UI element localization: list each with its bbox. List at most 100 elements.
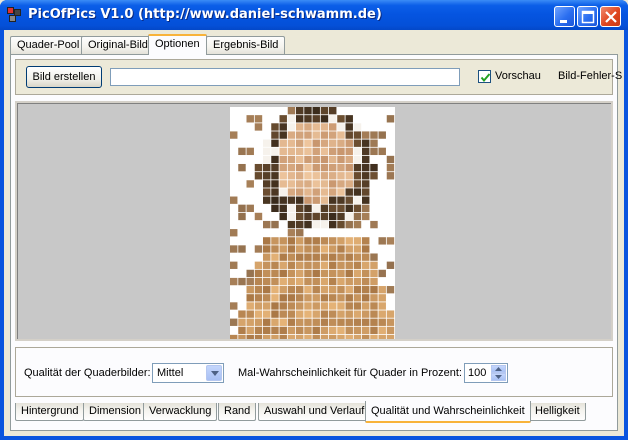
mosaic-tile: [312, 131, 320, 139]
mosaic-tile: [362, 253, 370, 261]
mosaic-tile: [287, 196, 296, 204]
tab-hintergrund[interactable]: Hintergrund: [15, 403, 85, 421]
mosaic-tile: [271, 302, 279, 310]
mosaic-tile: [386, 115, 395, 123]
mosaic-tile: [353, 334, 362, 339]
preview-checkbox[interactable]: [478, 70, 491, 83]
mosaic-tile: [312, 237, 320, 245]
mosaic-tile: [296, 196, 304, 204]
mosaic-tile: [304, 253, 312, 261]
mosaic-tile: [304, 334, 312, 339]
mosaic-tile: [238, 107, 246, 115]
mosaic-tile: [386, 123, 395, 131]
mosaic-tile: [362, 212, 370, 221]
mosaic-tile: [329, 326, 337, 335]
tab-verwacklung[interactable]: Verwacklung: [143, 403, 218, 421]
mosaic-tile: [378, 131, 386, 139]
mosaic-tile: [246, 139, 254, 147]
preview-viewport[interactable]: [15, 101, 613, 341]
mosaic-tile: [353, 155, 362, 164]
tab-auswahl-und-verlauf[interactable]: Auswahl und Verlauf: [258, 403, 371, 421]
mosaic-tile: [230, 139, 238, 147]
tab-optionen[interactable]: Optionen: [148, 34, 207, 55]
mosaic-tile: [329, 115, 337, 123]
mosaic-tile: [320, 245, 329, 253]
tab-qualitaet-und-wahrscheinlichkeit[interactable]: Qualität und Wahrscheinlichkeit: [365, 401, 531, 423]
mosaic-tile: [296, 229, 304, 237]
mosaic-tile: [320, 188, 329, 196]
tab-quader-pool[interactable]: Quader-Pool: [10, 36, 87, 54]
mosaic-tile: [320, 253, 329, 261]
tab-rand[interactable]: Rand: [218, 403, 257, 421]
mosaic-tile: [279, 188, 287, 196]
close-button[interactable]: [600, 6, 621, 27]
mosaic-tile: [263, 163, 271, 172]
mosaic-tile: [296, 261, 304, 269]
spin-up-button[interactable]: [491, 365, 506, 373]
mosaic-tile: [386, 326, 395, 335]
mosaic-tile: [329, 237, 337, 245]
spin-down-button[interactable]: [491, 373, 506, 381]
mosaic-tile: [287, 212, 296, 221]
tab-ergebnis-bild[interactable]: Ergebnis-Bild: [206, 36, 286, 54]
mosaic-tile: [271, 310, 279, 318]
mosaic-tile: [263, 107, 271, 115]
image-error-label: Bild-Fehler-S: [558, 70, 623, 82]
quality-select[interactable]: Mittel: [152, 363, 224, 383]
mosaic-tile: [320, 318, 329, 326]
mosaic-tile: [271, 204, 279, 212]
mosaic-tile: [246, 172, 254, 180]
tab-helligkeit[interactable]: Helligkeit: [529, 403, 586, 421]
create-image-button[interactable]: Bild erstellen: [26, 66, 102, 88]
title-bar[interactable]: PicOfPics V1.0 (http://www.daniel-schwam…: [0, 0, 628, 30]
mosaic-tile: [279, 131, 287, 139]
mosaic-tile: [279, 334, 287, 339]
probability-spinbox[interactable]: 100: [464, 363, 508, 383]
mosaic-tile: [230, 261, 238, 269]
mosaic-tile: [296, 237, 304, 245]
maximize-button[interactable]: [577, 6, 598, 27]
dropdown-button[interactable]: [206, 365, 222, 381]
mosaic-tile: [279, 155, 287, 164]
mosaic-tile: [304, 115, 312, 123]
mosaic-tile: [345, 180, 353, 188]
mosaic-tile: [230, 123, 238, 131]
checkmark-icon: [480, 73, 491, 83]
mosaic-tile: [370, 294, 378, 302]
mosaic-tile: [263, 155, 271, 164]
minimize-button[interactable]: [554, 6, 575, 27]
mosaic-tile: [246, 318, 254, 326]
path-field[interactable]: [110, 68, 460, 86]
mosaic-tile: [246, 326, 254, 335]
tab-dimension[interactable]: Dimension: [83, 403, 147, 421]
mosaic-tile: [345, 253, 353, 261]
mosaic-tile: [230, 172, 238, 180]
mosaic-tile: [362, 172, 370, 180]
mosaic-tile: [362, 286, 370, 294]
mosaic-tile: [320, 237, 329, 245]
mosaic-tile: [345, 196, 353, 204]
tab-original-bild[interactable]: Original-Bild: [81, 36, 155, 54]
mosaic-tile: [370, 172, 378, 180]
mosaic-tile: [230, 204, 238, 212]
mosaic-tile: [304, 294, 312, 302]
probability-value[interactable]: 100: [468, 367, 486, 379]
mosaic-tile: [378, 147, 386, 156]
mosaic-tile: [230, 294, 238, 302]
mosaic-tile: [320, 220, 329, 229]
mosaic-tile: [254, 334, 263, 339]
mosaic-tile: [370, 180, 378, 188]
mosaic-tile: [230, 180, 238, 188]
mosaic-tile: [304, 261, 312, 269]
mosaic-tile: [296, 269, 304, 278]
mosaic-tile: [254, 115, 263, 123]
mosaic-tile: [362, 294, 370, 302]
mosaic-tile: [263, 188, 271, 196]
mosaic-tile: [287, 326, 296, 335]
mosaic-tile: [254, 155, 263, 164]
mosaic-tile: [337, 286, 345, 294]
mosaic-tile: [312, 294, 320, 302]
mosaic-tile: [263, 277, 271, 286]
mosaic-tile: [271, 139, 279, 147]
mosaic-tile: [279, 204, 287, 212]
